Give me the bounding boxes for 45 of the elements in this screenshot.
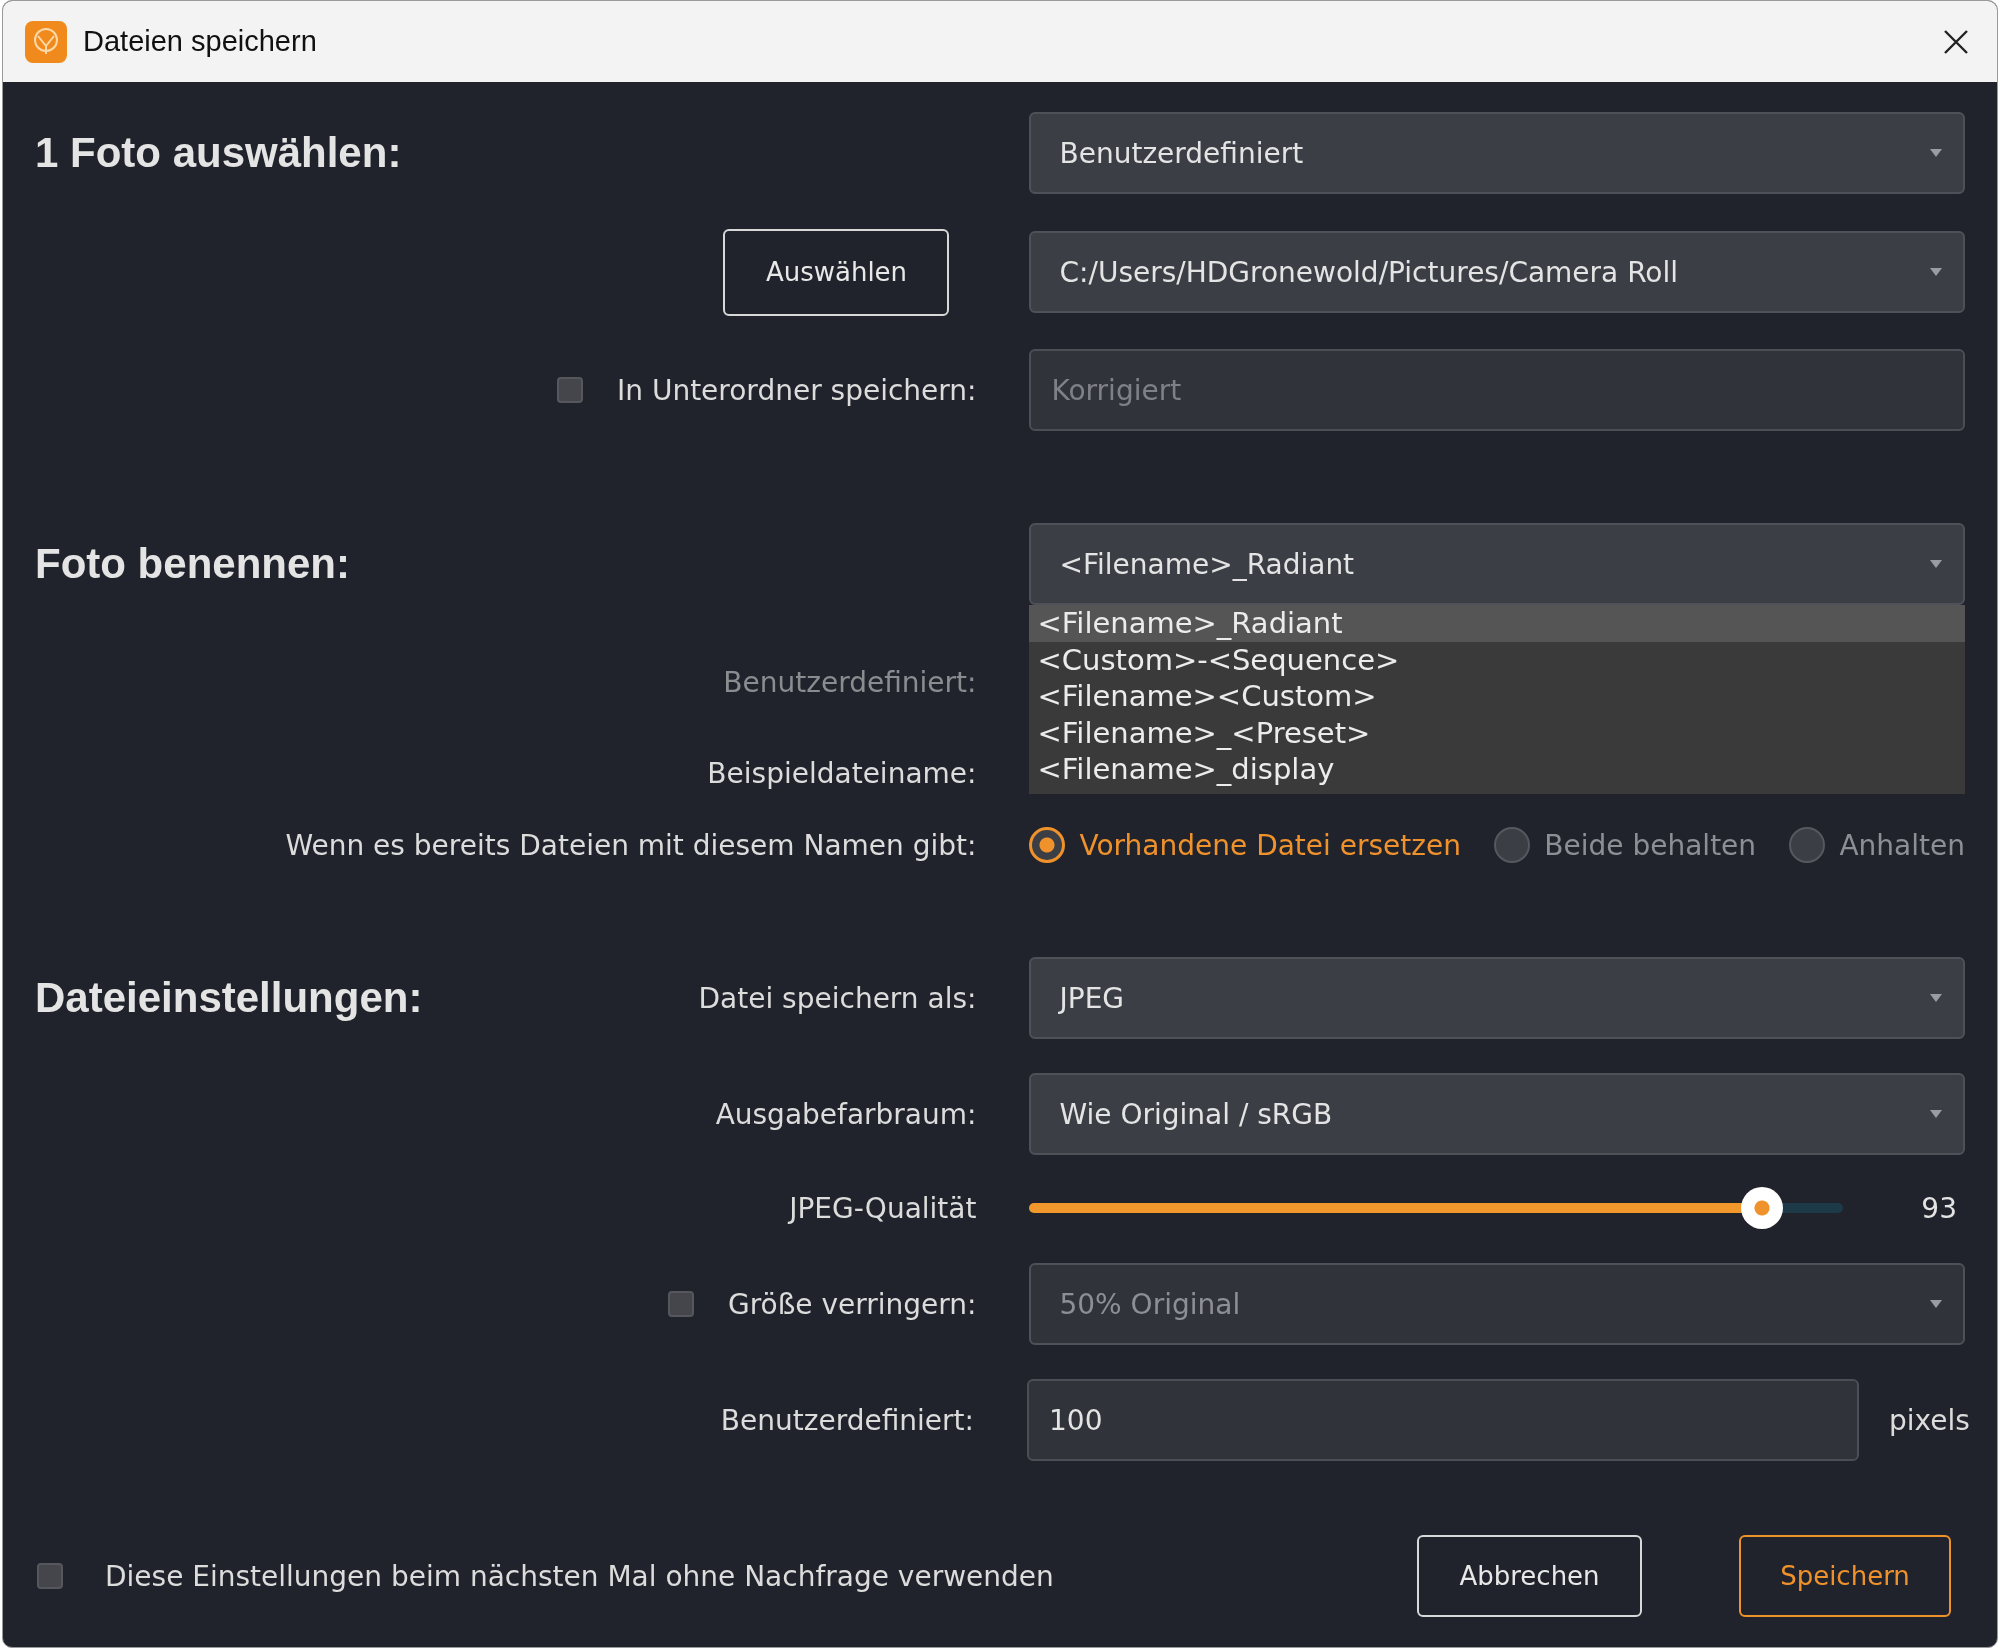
text-field[interactable]: 100 [1027,1379,1859,1461]
window-title: Dateien speichern [83,25,318,58]
dropdown-option[interactable]: <Filename>_Radiant [1029,605,1965,642]
field-label: Benutzerdefiniert: [723,665,977,699]
text-field[interactable]: Korrigiert [1029,349,1965,431]
dropdown-option[interactable]: <Filename>_display [1029,751,1965,788]
unit-label: pixels [1889,1403,1970,1437]
slider-value: 93 [1921,1191,1957,1225]
close-icon [1943,28,1969,55]
radio-option[interactable]: Anhalten [1789,827,1965,863]
field-label: Datei speichern als: [698,981,977,1015]
app-logo-icon [25,20,67,63]
section-heading: 1 Foto auswählen: [35,129,403,177]
field-label: JPEG-Qualität [789,1191,977,1225]
field-label: In Unterordner speichern: [617,373,977,407]
dropdown-option[interactable]: <Custom>-<Sequence> [1029,641,1965,678]
select-button[interactable]: Auswählen [723,228,950,316]
field-label: Benutzerdefiniert: [720,1403,974,1437]
cancel-button[interactable]: Abbrechen [1417,1535,1642,1617]
dropdown-option[interactable]: <Filename>_<Preset> [1029,714,1965,751]
section-heading: Dateieinstellungen: [35,974,424,1022]
dropdown[interactable]: C:/Users/HDGronewold/Pictures/Camera Roll [1029,231,1965,313]
dropdown[interactable]: <Filename>_Radiant [1029,523,1965,605]
radio-option[interactable]: Beide behalten [1494,827,1757,863]
dropdown[interactable]: Benutzerdefiniert [1029,112,1965,194]
caret-icon [1929,267,1943,277]
checkbox[interactable] [37,1563,63,1589]
save-button[interactable]: Speichern [1739,1535,1951,1617]
dropdown[interactable]: Wie Original / sRGB [1029,1073,1965,1155]
field-label: Größe verringern: [727,1287,977,1321]
dropdown-option[interactable]: <Filename><Custom> [1029,678,1965,715]
radio-option[interactable]: Vorhandene Datei ersetzen [1029,827,1461,863]
dropdown[interactable]: JPEG [1029,957,1965,1039]
field-label: Wenn es bereits Dateien mit diesem Namen gibt: [285,828,977,862]
caret-icon [1929,1109,1943,1119]
caret-icon [1929,559,1943,569]
field-label: Ausgabefarbraum: [715,1097,977,1131]
section-heading: Foto benennen: [35,540,351,588]
checkbox-label: Diese Einstellungen beim nächsten Mal ohne Nachfrage verwenden [105,1559,1054,1593]
checkbox[interactable] [557,377,583,403]
caret-icon [1929,993,1943,1003]
caret-icon [1929,1299,1943,1309]
caret-icon [1929,148,1943,158]
field-label: Beispieldateiname: [707,756,977,790]
slider-thumb[interactable] [1741,1187,1784,1229]
